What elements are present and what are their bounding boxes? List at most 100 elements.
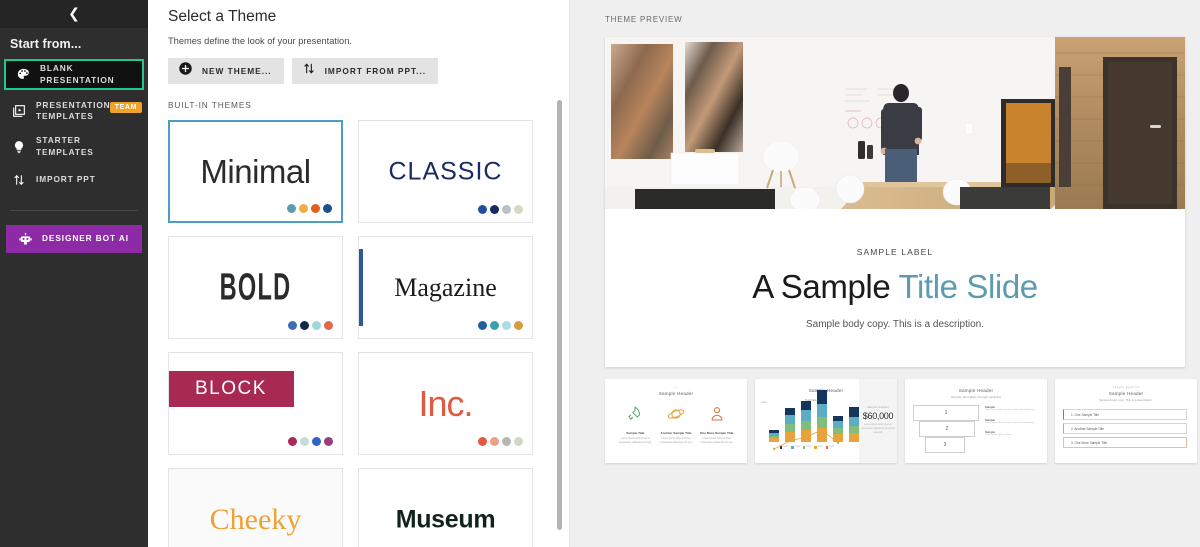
thumbnail-chart-slide[interactable]: Sample Header Value Total Value xyxy=(755,379,897,463)
thumb-header: Sample Header xyxy=(958,388,994,393)
theme-card-title: Cheeky xyxy=(209,502,302,536)
step-box: 1 xyxy=(913,405,979,421)
theme-swatches xyxy=(478,321,523,330)
thumbnail-steps-slide[interactable]: Sample Header Sample information through… xyxy=(905,379,1047,463)
sidebar-item-starter-templates[interactable]: Starter Templates xyxy=(0,130,148,163)
preview-slide-body: SAMPLE LABEL A Sample Title Slide Sample… xyxy=(605,209,1185,367)
preview-slide: SAMPLE LABEL A Sample Title Slide Sample… xyxy=(605,37,1185,367)
sidebar-topbar: ❮ xyxy=(0,0,148,28)
theme-swatches xyxy=(478,437,523,446)
slide-eyebrow-label: SAMPLE LABEL xyxy=(856,246,934,257)
designer-bot-ai-label: Designer Bot AI xyxy=(42,233,129,244)
block-band: BLOCK xyxy=(169,371,294,407)
plus-circle-icon xyxy=(178,61,193,81)
slide-description: Sample body copy. This is a description. xyxy=(805,318,985,330)
theme-preview-caption: Theme Preview xyxy=(605,15,683,24)
thumb-kpi-panel: Sample Caption $60,000 Lorem ipsum dolor… xyxy=(859,379,897,463)
designer-bot-ai-button[interactable]: Designer Bot AI xyxy=(6,225,142,253)
app-root: ❮ Start from... Blank Presentation Prese… xyxy=(0,0,1200,547)
back-chevron-icon[interactable]: ❮ xyxy=(62,5,86,23)
import-from-ppt-button[interactable]: Import from PPT... xyxy=(291,58,439,84)
new-theme-button[interactable]: New Theme... xyxy=(168,58,284,84)
theme-card-title: Inc. xyxy=(418,382,473,424)
thumb-icon-caption: Another Sample Title xyxy=(660,431,692,435)
theme-swatches xyxy=(287,204,332,213)
slide-title: A Sample Title Slide xyxy=(752,268,1038,306)
thumb-eyebrow: Sample Eyebrow xyxy=(1112,386,1140,389)
theme-swatches xyxy=(288,321,333,330)
theme-swatches xyxy=(478,205,523,214)
thumb-subheader: Sample body copy. This is a description. xyxy=(1099,398,1153,402)
thumbnail-icons-slide[interactable]: — Sample Header Sample Title Lorem ipsum… xyxy=(605,379,747,463)
kpi-text: Lorem ipsum dolor sit amet consectetur a… xyxy=(861,424,895,434)
import-arrows-icon xyxy=(302,61,316,81)
sidebar-item-label: Import PPT xyxy=(36,173,96,184)
office-whiteboard-photo xyxy=(605,37,1185,209)
theme-card-minimal[interactable]: Minimal xyxy=(168,120,343,223)
theme-card-bold[interactable]: BOLD xyxy=(168,236,343,339)
thumb-icon-caption: Sample Title xyxy=(626,431,645,435)
robot-icon xyxy=(14,232,36,247)
chevron-row: 1. One Sample Title xyxy=(1063,409,1187,420)
sidebar: ❮ Start from... Blank Presentation Prese… xyxy=(0,0,148,547)
theme-card-magazine[interactable]: Magazine xyxy=(358,236,533,339)
sidebar-divider xyxy=(10,210,138,211)
chevron-row: 2. Another Sample Title xyxy=(1063,423,1187,434)
page-title: Select a Theme xyxy=(168,8,277,25)
import-from-ppt-label: Import from PPT... xyxy=(324,66,427,76)
vertical-scrollbar[interactable] xyxy=(554,0,568,547)
slide-title-accent: Title Slide xyxy=(898,267,1038,305)
preview-thumbnail-row: — Sample Header Sample Title Lorem ipsum… xyxy=(605,379,1197,463)
new-theme-label: New Theme... xyxy=(202,66,272,76)
thumbnail-chevrons-slide[interactable]: Sample Eyebrow Sample Header Sample body… xyxy=(1055,379,1197,463)
theme-card-title: CLASSIC xyxy=(388,157,503,185)
slides-icon xyxy=(8,103,30,119)
kpi-caption: Sample Caption xyxy=(867,406,889,410)
lightbulb-icon xyxy=(8,139,30,155)
sidebar-item-import-ppt[interactable]: Import PPT xyxy=(0,163,148,196)
palette-icon xyxy=(12,67,34,82)
sidebar-item-blank-presentation[interactable]: Blank Presentation xyxy=(4,59,144,90)
theme-card-block[interactable]: BLOCK xyxy=(168,352,343,455)
thumb-icon-column: Sample Title Lorem ipsum dolor sit amet … xyxy=(617,405,653,444)
theme-card-inc[interactable]: Inc. xyxy=(358,352,533,455)
thumb-icon-text: Lorem ipsum dolor sit amet consectetur a… xyxy=(659,437,693,444)
scrollbar-thumb[interactable] xyxy=(557,100,562,530)
theme-swatches xyxy=(288,437,333,446)
sidebar-item-label: Starter Templates xyxy=(36,135,94,157)
chart-bar xyxy=(849,407,859,442)
theme-card-title: BOLD xyxy=(219,266,292,308)
theme-actions: New Theme... Import from PPT... xyxy=(168,58,569,84)
chart-annotation: Total Value xyxy=(805,399,818,402)
thumb-icon-text: Lorem ipsum dolor sit amet consectetur a… xyxy=(700,437,733,444)
theme-preview-panel: Theme Preview xyxy=(570,0,1200,547)
theme-grid: Minimal CLASSIC BOLD Magazine BLOCK Inc.… xyxy=(168,120,569,547)
theme-card-museum[interactable]: Museum xyxy=(358,468,533,547)
thumb-subheader: Sample information through sampling xyxy=(951,395,1001,399)
step-box: 2 xyxy=(919,421,975,437)
thumb-icon-column: One More Sample Title Lorem ipsum dolor … xyxy=(699,405,735,444)
kpi-value: $60,000 xyxy=(862,411,894,422)
theme-card-title: Magazine xyxy=(394,272,497,302)
import-arrows-icon xyxy=(8,172,30,188)
built-in-themes-caption: Built-in Themes xyxy=(168,100,252,110)
theme-card-classic[interactable]: CLASSIC xyxy=(358,120,533,223)
team-badge: TEAM xyxy=(109,102,142,113)
thumb-eyebrow: — xyxy=(674,386,678,389)
thumb-icon-columns: Sample Title Lorem ipsum dolor sit amet … xyxy=(605,396,747,444)
chart-trend-line xyxy=(772,428,840,451)
theme-card-title: BLOCK xyxy=(195,378,267,399)
sidebar-heading: Start from... xyxy=(10,37,82,51)
sidebar-item-label: Blank Presentation xyxy=(40,63,115,85)
sidebar-item-presentation-templates[interactable]: Presentation Templates TEAM xyxy=(0,92,148,130)
slide-title-plain: A Sample xyxy=(752,267,899,305)
theme-panel: Select a Theme Themes define the look of… xyxy=(148,0,570,547)
thumb-icon-column: Another Sample Title Lorem ipsum dolor s… xyxy=(658,405,694,444)
thumb-icon-text: Lorem ipsum dolor sit amet consectetur a… xyxy=(619,437,652,444)
chevron-row: 3. One More Sample Title xyxy=(1063,437,1187,448)
thumb-icon-caption: One More Sample Title xyxy=(699,431,734,435)
theme-card-cheeky[interactable]: Cheeky xyxy=(168,468,343,547)
page-subtitle: Themes define the look of your presentat… xyxy=(168,36,352,46)
theme-card-title: Museum xyxy=(395,505,496,533)
step-box: 3 xyxy=(925,437,965,453)
